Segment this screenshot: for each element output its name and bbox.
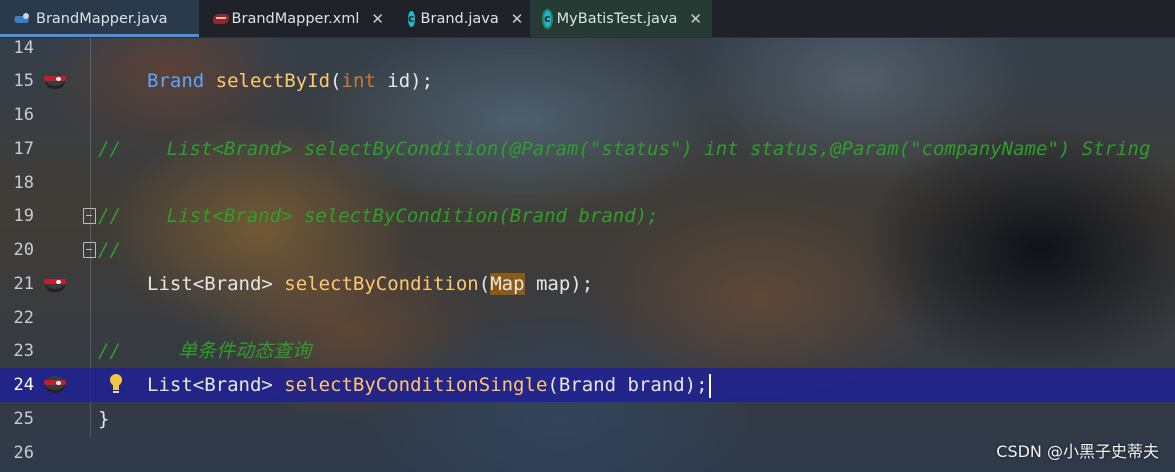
line-number: 19 <box>13 206 34 226</box>
close-icon[interactable]: ✕ <box>371 10 384 28</box>
current-code-line: 24 List<Brand> selectByConditionSingle(B… <box>0 368 1175 402</box>
comment-text: // <box>98 239 121 261</box>
code-line: 21 List<Brand> selectByCondition(Map map… <box>0 267 1175 301</box>
class-icon: c <box>408 10 415 27</box>
lightbulb-icon[interactable] <box>108 373 124 395</box>
fold-icon[interactable] <box>83 208 96 224</box>
fold-icon[interactable] <box>83 242 96 258</box>
mybatis-xml-icon <box>213 11 229 27</box>
line-number: 26 <box>13 443 34 463</box>
tab-label: BrandMapper.java <box>36 10 168 27</box>
code-line: 15 Brand selectById(int id); <box>0 64 1175 98</box>
code-text: List<Brand> selectByConditionSingle(Bran… <box>147 368 711 402</box>
code-line: 19 // List<Brand> selectByCondition(Bran… <box>0 199 1175 233</box>
code-line: 22 <box>0 301 1175 335</box>
mybatis-bird-icon[interactable] <box>43 374 67 396</box>
line-number: 21 <box>13 274 34 294</box>
code-line: 18 <box>0 166 1175 200</box>
line-number: 22 <box>13 308 34 328</box>
comment-text: // List<Brand> selectByCondition(@Param(… <box>98 138 1151 160</box>
tab-brandmapper-java[interactable]: BrandMapper.java <box>0 0 199 37</box>
watermark-text: CSDN @小黑子史蒂夫 <box>996 442 1159 461</box>
code-text: List<Brand> selectByCondition(Map map); <box>147 273 594 295</box>
code-text: Brand selectById(int id); <box>147 70 434 92</box>
comment-text: // 单条件动态查询 <box>98 340 312 362</box>
code-editor[interactable]: 14 15 Brand selectById(int id); 16 17 //… <box>0 37 1175 472</box>
close-icon[interactable]: ✕ <box>511 10 524 28</box>
tab-label: Brand.java <box>420 10 499 27</box>
line-number: 23 <box>13 341 34 361</box>
tab-mybatistest-java[interactable]: c MyBatisTest.java ✕ <box>530 0 712 37</box>
line-number: 18 <box>13 173 34 193</box>
mapper-interface-icon <box>14 11 30 27</box>
code-line: 25 } <box>0 402 1175 436</box>
tab-brandmapper-xml[interactable]: BrandMapper.xml ✕ <box>199 0 394 37</box>
line-number: 24 <box>13 375 34 395</box>
tab-brand-java[interactable]: c Brand.java ✕ <box>394 0 530 37</box>
line-number: 25 <box>13 409 34 429</box>
line-number: 17 <box>13 139 34 159</box>
editor-tab-bar: BrandMapper.java BrandMapper.xml ✕ c Bra… <box>0 0 1175 38</box>
mybatis-bird-icon[interactable] <box>43 273 67 295</box>
line-number: 15 <box>13 71 34 91</box>
comment-text: // List<Brand> selectByCondition(Brand b… <box>98 205 659 227</box>
code-line: 20 // <box>0 233 1175 267</box>
code-line: 23 // 单条件动态查询 <box>0 334 1175 368</box>
close-icon[interactable]: ✕ <box>689 10 702 28</box>
text-caret <box>708 373 711 398</box>
line-number: 20 <box>13 240 34 260</box>
code-line: 17 // List<Brand> selectByCondition(@Par… <box>0 132 1175 166</box>
tab-label: BrandMapper.xml <box>231 10 360 27</box>
mybatis-bird-icon[interactable] <box>43 70 67 92</box>
test-class-icon: c <box>544 10 551 27</box>
code-line: 16 <box>0 98 1175 132</box>
tab-label: MyBatisTest.java <box>556 10 678 27</box>
line-number: 16 <box>13 105 34 125</box>
code-text: } <box>98 408 110 430</box>
